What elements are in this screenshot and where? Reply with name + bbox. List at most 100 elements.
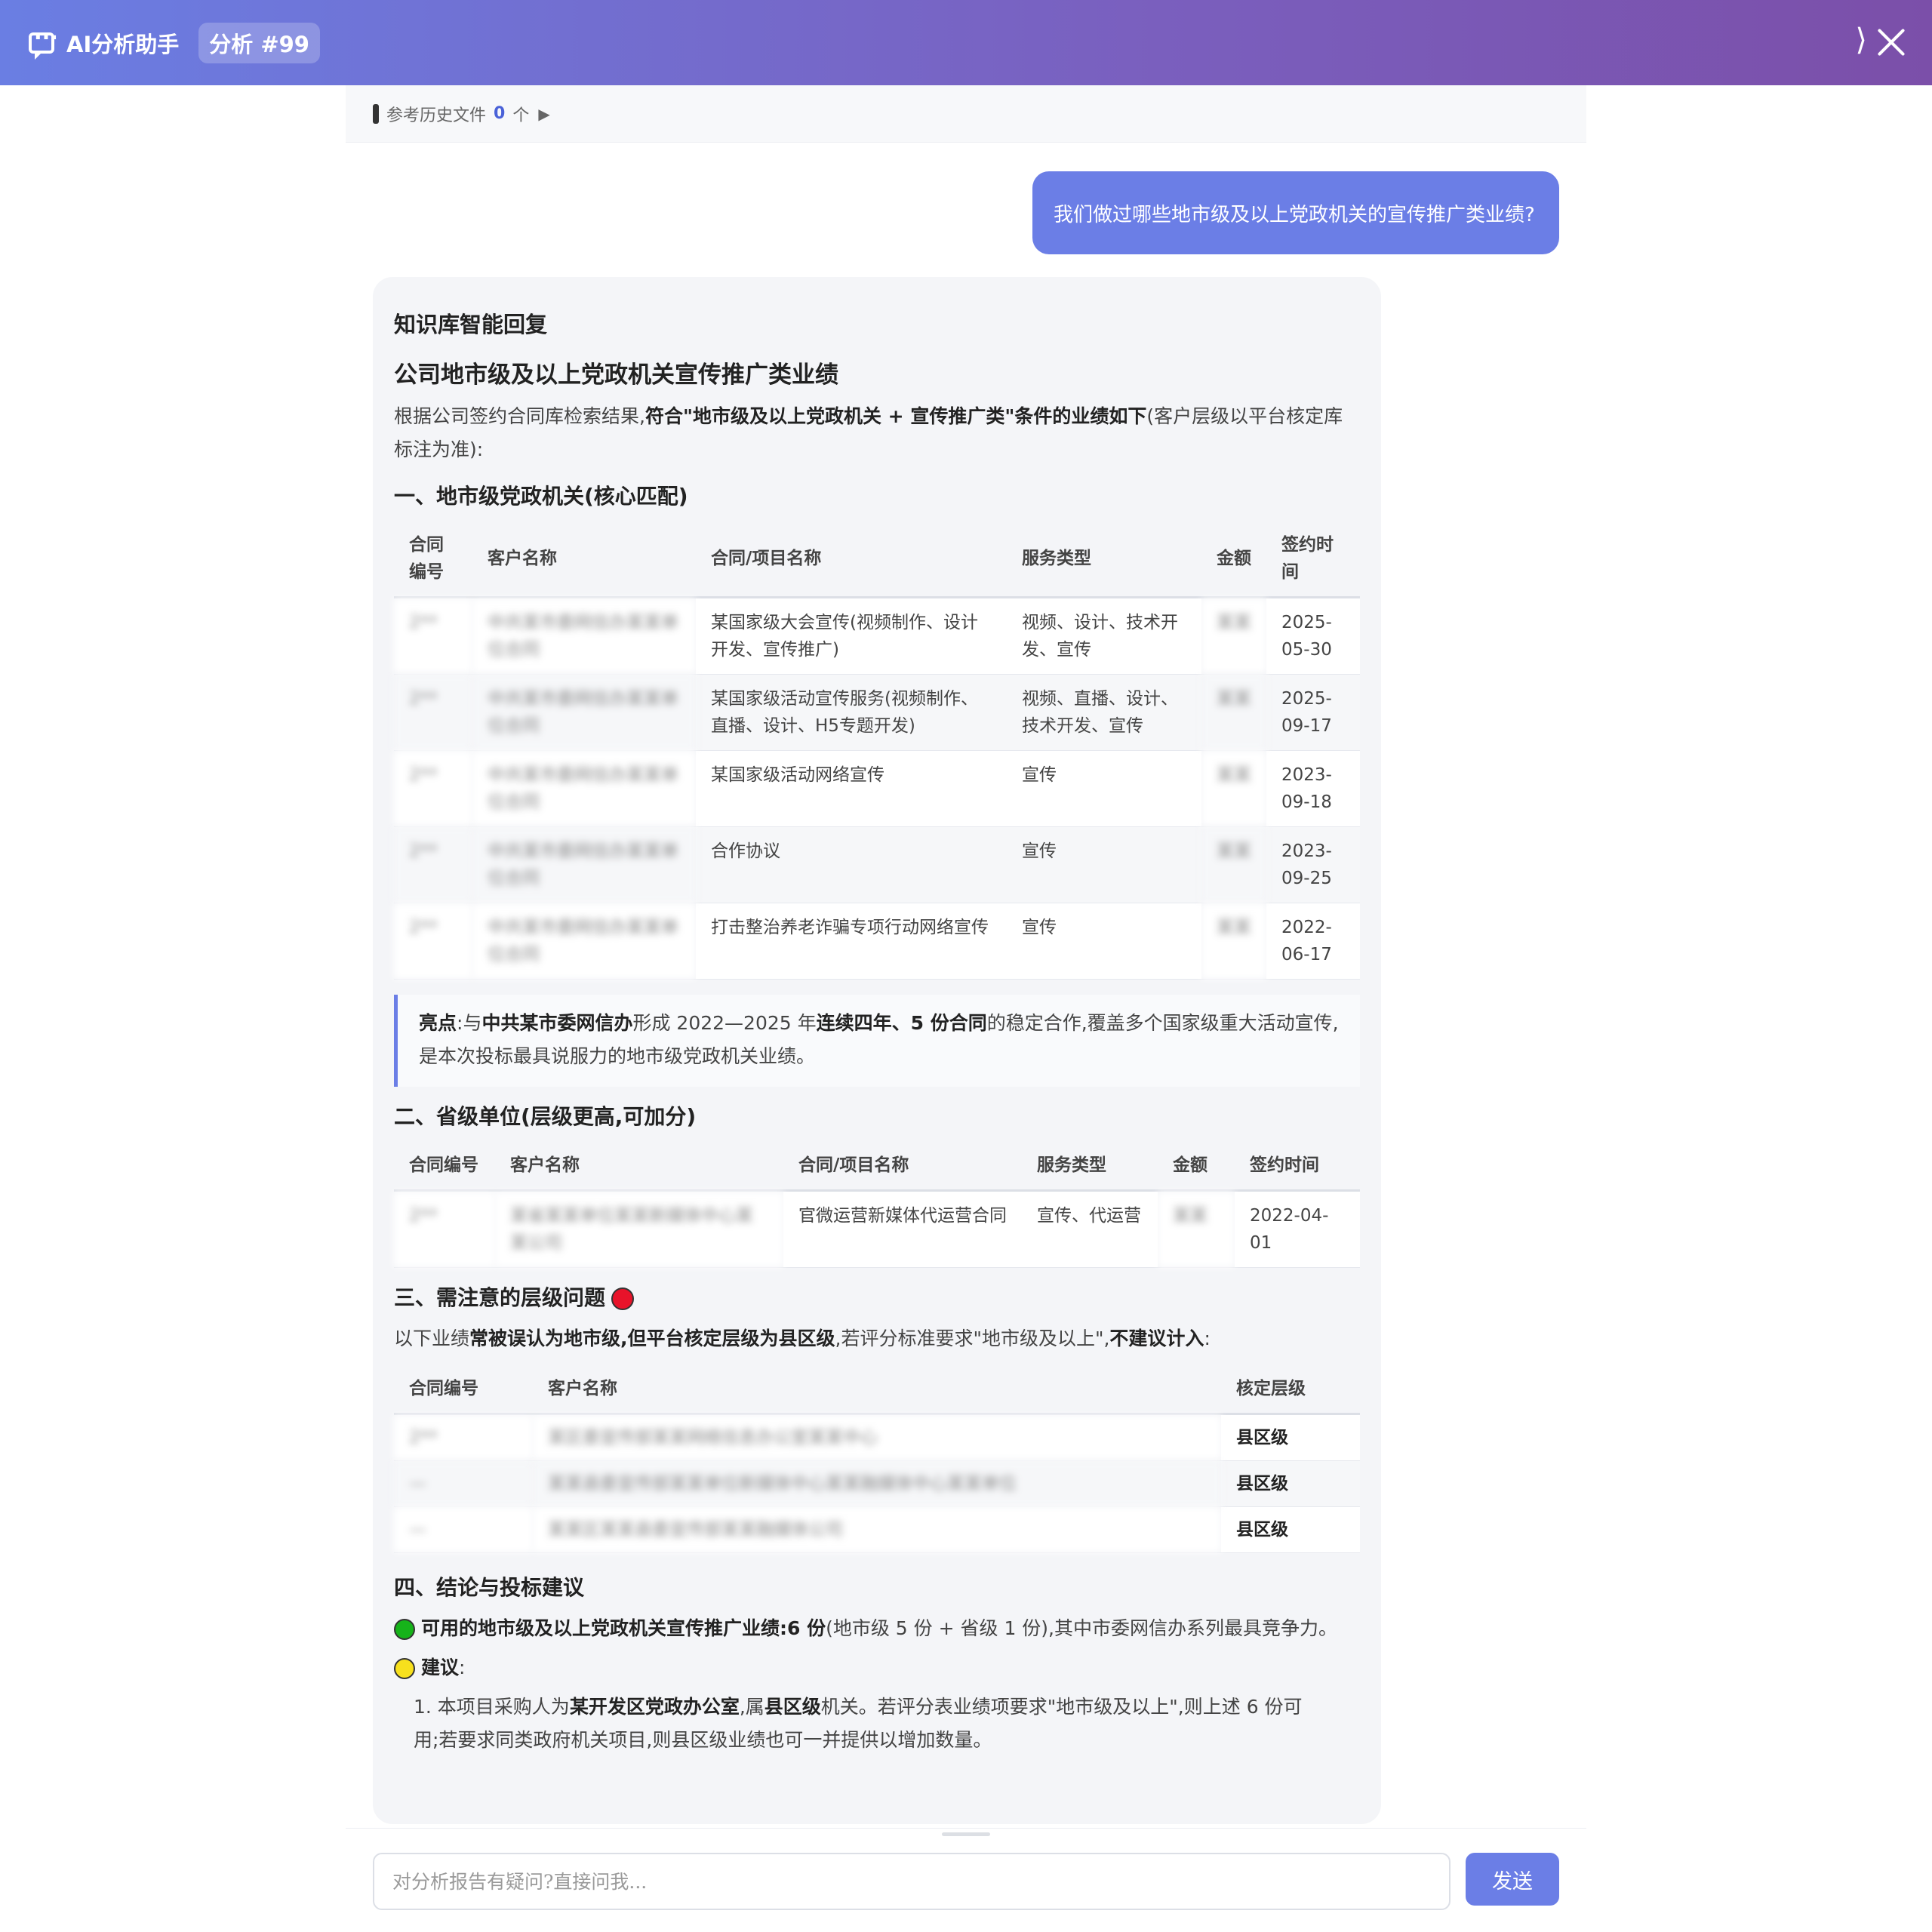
highlight-label: 亮点 <box>419 1012 457 1034</box>
note-bold: 不建议计入 <box>1109 1327 1204 1349</box>
col-header: 合同/项目名称 <box>783 1141 1022 1192</box>
level: 县区级 <box>1221 1460 1360 1507</box>
reference-files-bar[interactable]: 参考历史文件 0 个 ▶ <box>346 85 1586 143</box>
table-row: 2** 中共某市委网信办某某单位合同 某国家级活动网络宣传 宣传 某某 2023… <box>394 750 1360 827</box>
item-text: 1. 本项目采购人为 <box>414 1696 570 1718</box>
col-header: 合同编号 <box>394 521 472 598</box>
table-row: — 某某区某某县委宣传部某某融媒体公司 县区级 <box>394 1506 1360 1553</box>
scroll-handle[interactable] <box>942 1832 990 1836</box>
item-text: 机关。若评分表业绩项要求"地市级及以上",则上述 6 份可 <box>820 1696 1303 1718</box>
col-header: 签约时间 <box>1235 1141 1360 1192</box>
table-header-row: 合同编号 客户名称 核定层级 <box>394 1364 1360 1415</box>
highlight-text: :与 <box>457 1012 482 1034</box>
contract-id: 2** <box>394 1190 495 1268</box>
project-name: 合作协议 <box>696 826 1007 903</box>
client-name: 某省某某单位某某新媒体中心某某公司 <box>495 1190 783 1268</box>
reference-count: 0 <box>494 104 506 123</box>
suggestion-heading: 建议: <box>394 1651 1360 1684</box>
collapse-icon[interactable]: ⟩ <box>1855 23 1867 57</box>
green-circle-icon <box>394 1619 415 1640</box>
note-text: 以下业绩 <box>394 1327 470 1349</box>
section1-table: 合同编号 客户名称 合同/项目名称 服务类型 金额 签约时间 2** 中共某市委… <box>394 521 1360 980</box>
table-row: 2** 某区委宣传部某某网络信息办公室某某中心 县区级 <box>394 1414 1360 1461</box>
project-name: 打击整治养老诈骗专项行动网络宣传 <box>696 903 1007 980</box>
assistant-answer-bubble: 知识库智能回复 公司地市级及以上党政机关宣传推广类业绩 根据公司签约合同库检索结… <box>373 277 1381 1824</box>
app-title: AI分析助手 <box>66 31 180 57</box>
answer-title: 公司地市级及以上党政机关宣传推广类业绩 <box>394 361 838 389</box>
sign-date: 2025-09-17 <box>1266 674 1360 751</box>
sign-date: 2023-09-18 <box>1266 750 1360 827</box>
section3-table: 合同编号 客户名称 核定层级 2** 某区委宣传部某某网络信息办公室某某中心 县… <box>394 1364 1360 1553</box>
item-bold: 某开发区党政办公室 <box>569 1696 740 1718</box>
client-name: 某区委宣传部某某网络信息办公室某某中心 <box>533 1414 1221 1461</box>
analysis-badge: 分析 #99 <box>198 22 320 63</box>
col-header: 金额 <box>1158 1141 1235 1192</box>
section2-table: 合同编号 客户名称 合同/项目名称 服务类型 金额 签约时间 2** 某省某某单… <box>394 1141 1360 1268</box>
item-text: 用;若要求同类政府机关项目,则县区级业绩也可一并提供以增加数量。 <box>414 1729 992 1751</box>
intro-bold: 符合"地市级及以上党政机关 + 宣传推广类"条件的业绩如下 <box>645 405 1147 427</box>
answer-heading: 知识库智能回复 <box>394 312 548 337</box>
client-name: 中共某市委网信办某某单位合同 <box>472 674 696 751</box>
expand-caret-icon[interactable]: ▶ <box>538 105 549 123</box>
highlight-bold: 中共某市委网信办 <box>481 1012 633 1034</box>
suggestion-item-1: 1. 本项目采购人为某开发区党政办公室,属县区级机关。若评分表业绩项要求"地市级… <box>394 1690 1360 1757</box>
service-type: 宣传 <box>1007 750 1201 827</box>
reference-label: 参考历史文件 <box>386 106 487 125</box>
project-name: 某国家级大会宣传(视频制作、设计开发、宣传推广) <box>696 597 1007 675</box>
contract-id: 2** <box>394 903 472 980</box>
service-type: 宣传 <box>1007 903 1201 980</box>
service-type: 视频、直播、设计、技术开发、宣传 <box>1007 674 1201 751</box>
client-name: 某某区某某县委宣传部某某融媒体公司 <box>533 1506 1221 1553</box>
contract-id: 2** <box>394 674 472 751</box>
sign-date: 2022-04-01 <box>1235 1190 1360 1268</box>
answer-intro: 根据公司签约合同库检索结果,符合"地市级及以上党政机关 + 宣传推广类"条件的业… <box>394 400 1360 466</box>
service-type: 视频、设计、技术开发、宣传 <box>1007 597 1201 675</box>
col-header: 签约时间 <box>1266 521 1360 598</box>
contract-id: — <box>394 1506 533 1553</box>
amount: 某某 <box>1201 674 1266 751</box>
conclusion-bold: 可用的地市级及以上党政机关宣传推广业绩:6 份 <box>421 1617 826 1639</box>
item-bold: 县区级 <box>764 1696 821 1718</box>
contract-id: 2** <box>394 750 472 827</box>
col-header: 合同编号 <box>394 1141 495 1192</box>
note-text: ,若评分标准要求"地市级及以上", <box>835 1327 1110 1349</box>
table-row: 2** 中共某市委网信办某某单位合同 打击整治养老诈骗专项行动网络宣传 宣传 某… <box>394 903 1360 980</box>
col-header: 合同/项目名称 <box>696 521 1007 598</box>
red-circle-icon <box>611 1287 635 1310</box>
table-row: — 某某县委宣传部某某单位新媒体中心某某融媒体中心某某单位 县区级 <box>394 1460 1360 1507</box>
level: 县区级 <box>1221 1414 1360 1461</box>
question-input[interactable] <box>373 1853 1451 1910</box>
col-header: 服务类型 <box>1022 1141 1158 1192</box>
conclusion-text: (地市级 5 份 + 省级 1 份),其中市委网信办系列最具竞争力。 <box>826 1617 1338 1639</box>
client-name: 中共某市委网信办某某单位合同 <box>472 903 696 980</box>
contract-id: 2** <box>394 1414 533 1461</box>
amount: 某某 <box>1201 750 1266 827</box>
intro-prefix: 根据公司签约合同库检索结果, <box>394 405 645 427</box>
highlight-bold: 连续四年、5 份合同 <box>816 1012 987 1034</box>
sign-date: 2022-06-17 <box>1266 903 1360 980</box>
service-type: 宣传 <box>1007 826 1201 903</box>
amount: 某某 <box>1201 597 1266 675</box>
reference-unit: 个 <box>512 106 530 125</box>
col-header: 合同编号 <box>394 1364 533 1415</box>
project-name: 某国家级活动宣传服务(视频制作、直播、设计、H5专题开发) <box>696 674 1007 751</box>
amount: 某某 <box>1158 1190 1235 1268</box>
close-icon[interactable] <box>1876 27 1906 57</box>
note-bold: 常被误认为地市级,但平台核定层级为县区级 <box>469 1327 835 1349</box>
send-button[interactable]: 发送 <box>1466 1853 1559 1906</box>
section3-title: 三、需注意的层级问题 <box>394 1285 606 1310</box>
col-header: 核定层级 <box>1221 1364 1360 1415</box>
col-header: 服务类型 <box>1007 521 1201 598</box>
client-name: 中共某市委网信办某某单位合同 <box>472 826 696 903</box>
client-name: 某某县委宣传部某某单位新媒体中心某某融媒体中心某某单位 <box>533 1460 1221 1507</box>
section4-title: 四、结论与投标建议 <box>394 1575 585 1600</box>
col-header: 客户名称 <box>472 521 696 598</box>
section3-note: 以下业绩常被误认为地市级,但平台核定层级为县区级,若评分标准要求"地市级及以上"… <box>394 1322 1360 1355</box>
suggestion-colon: : <box>459 1657 466 1678</box>
sign-date: 2025-05-30 <box>1266 597 1360 675</box>
header-bar: AI分析助手 分析 #99 ⟩ <box>0 0 1932 85</box>
project-name: 官微运营新媒体代运营合同 <box>783 1190 1022 1268</box>
section2-title: 二、省级单位(层级更高,可加分) <box>394 1104 697 1129</box>
contract-id: — <box>394 1460 533 1507</box>
amount: 某某 <box>1201 826 1266 903</box>
